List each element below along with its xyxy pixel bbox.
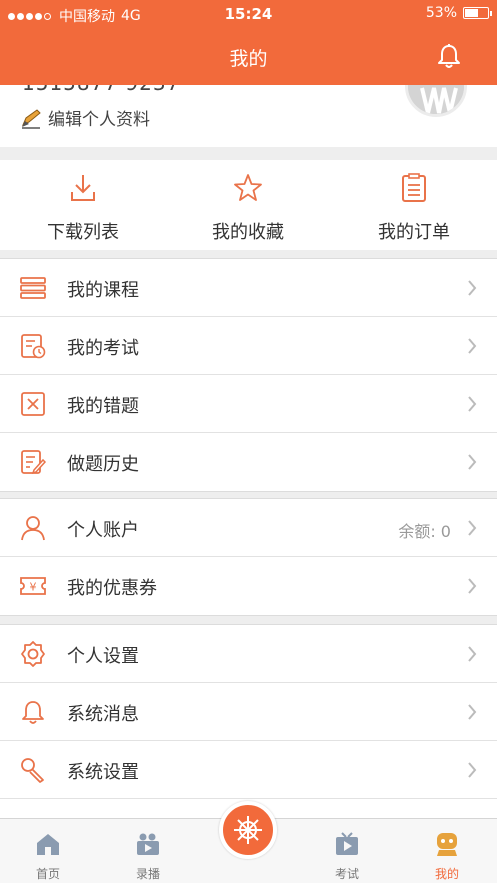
wrong-questions-icon bbox=[21, 392, 45, 416]
menu-item-personal-settings[interactable]: 个人设置 bbox=[0, 625, 497, 683]
status-time: 15:24 bbox=[224, 5, 273, 23]
battery-percent: 53% bbox=[425, 5, 457, 21]
user-icon bbox=[21, 516, 45, 541]
chevron-right-icon bbox=[468, 646, 477, 662]
exam-icon bbox=[21, 334, 46, 359]
status-bar: 中国移动 4G 15:24 53% bbox=[0, 0, 497, 30]
wrench-icon bbox=[21, 758, 44, 783]
menu-group-settings: 个人设置 系统消息 系统设置 bbox=[0, 624, 497, 818]
menu-item-label: 系统消息 bbox=[67, 704, 139, 725]
pencil-hand-icon bbox=[22, 108, 41, 129]
menu-item-my-exams[interactable]: 我的考试 bbox=[0, 317, 497, 375]
quick-orders-label: 我的订单 bbox=[378, 222, 450, 243]
header-bar: 中国移动 4G 15:24 53% 我的 bbox=[0, 0, 497, 85]
balance-value: 余额: 0 bbox=[398, 522, 451, 541]
menu-item-label: 个人设置 bbox=[67, 646, 139, 667]
battery-icon bbox=[463, 7, 492, 19]
chevron-right-icon bbox=[468, 520, 477, 536]
menu-item-history[interactable]: 做题历史 bbox=[0, 433, 497, 491]
menu-item-label: 我的考试 bbox=[67, 338, 139, 359]
chevron-right-icon bbox=[468, 704, 477, 720]
chevron-right-icon bbox=[468, 578, 477, 594]
avatar[interactable] bbox=[405, 85, 467, 117]
menu-item-label: 系统设置 bbox=[67, 762, 139, 783]
home-icon bbox=[37, 834, 59, 855]
menu-item-account[interactable]: 个人账户 余额: 0 bbox=[0, 499, 497, 557]
tab-mine-label: 我的 bbox=[434, 867, 459, 881]
edit-profile-label: 编辑个人资料 bbox=[48, 110, 150, 130]
menu-group-study: 我的课程 我的考试 我的错题 做题历史 bbox=[0, 258, 497, 492]
chevron-right-icon bbox=[468, 280, 477, 296]
quick-actions: 下载列表 我的收藏 我的订单 bbox=[0, 160, 497, 250]
menu-item-coupons[interactable]: ¥ 我的优惠券 bbox=[0, 557, 497, 615]
tab-mine[interactable]: 我的 bbox=[407, 819, 487, 883]
menu-item-label: 我的优惠券 bbox=[67, 578, 157, 599]
chevron-right-icon bbox=[468, 762, 477, 778]
profile-card[interactable]: 1515877 9237 编辑个人资料 bbox=[0, 85, 497, 147]
chevron-right-icon bbox=[468, 454, 477, 470]
coupon-icon: ¥ bbox=[20, 577, 46, 595]
quick-download-label: 下载列表 bbox=[47, 222, 119, 243]
history-icon bbox=[21, 450, 47, 475]
gear-icon bbox=[21, 641, 45, 667]
download-icon bbox=[71, 175, 95, 201]
courses-icon bbox=[20, 277, 46, 299]
tab-recorded-label: 录播 bbox=[135, 867, 160, 881]
menu-item-system-settings[interactable]: 系统设置 bbox=[0, 741, 497, 799]
bell-icon[interactable] bbox=[435, 42, 463, 70]
quick-favorites-label: 我的收藏 bbox=[212, 222, 284, 243]
tab-bar: 首页 录播 考试 我的 bbox=[0, 801, 497, 883]
tab-recorded[interactable]: 录播 bbox=[108, 819, 188, 883]
video-camera-icon bbox=[137, 833, 159, 855]
chevron-right-icon bbox=[468, 338, 477, 354]
tab-home-label: 首页 bbox=[35, 867, 60, 881]
menu-group-account: 个人账户 余额: 0 ¥ 我的优惠券 bbox=[0, 498, 497, 616]
menu-item-label: 我的错题 bbox=[67, 396, 139, 417]
helm-icon bbox=[234, 816, 262, 844]
menu-item-label: 个人账户 bbox=[67, 520, 139, 541]
menu-item-label: 我的课程 bbox=[67, 280, 139, 301]
tab-exam-label: 考试 bbox=[334, 867, 359, 881]
profile-icon bbox=[437, 833, 457, 856]
tv-play-icon bbox=[336, 832, 358, 855]
page-title: 我的 bbox=[229, 48, 268, 70]
svg-text:¥: ¥ bbox=[30, 581, 37, 594]
chevron-right-icon bbox=[468, 396, 477, 412]
bell-icon bbox=[22, 701, 44, 724]
star-icon bbox=[234, 174, 262, 201]
menu-item-my-courses[interactable]: 我的课程 bbox=[0, 259, 497, 317]
tab-home[interactable]: 首页 bbox=[8, 819, 88, 883]
order-icon bbox=[402, 173, 426, 202]
menu-item-wrong-questions[interactable]: 我的错题 bbox=[0, 375, 497, 433]
center-helm-button[interactable] bbox=[219, 801, 277, 859]
edit-profile-link[interactable]: 编辑个人资料 bbox=[20, 105, 150, 130]
tab-exam[interactable]: 考试 bbox=[307, 819, 387, 883]
quick-download[interactable]: 下载列表 bbox=[0, 160, 166, 250]
menu-item-system-messages[interactable]: 系统消息 bbox=[0, 683, 497, 741]
menu-item-label: 做题历史 bbox=[67, 454, 139, 475]
quick-favorites[interactable]: 我的收藏 bbox=[165, 160, 331, 250]
profile-phone: 1515877 9237 bbox=[22, 85, 180, 95]
quick-orders[interactable]: 我的订单 bbox=[331, 160, 497, 250]
